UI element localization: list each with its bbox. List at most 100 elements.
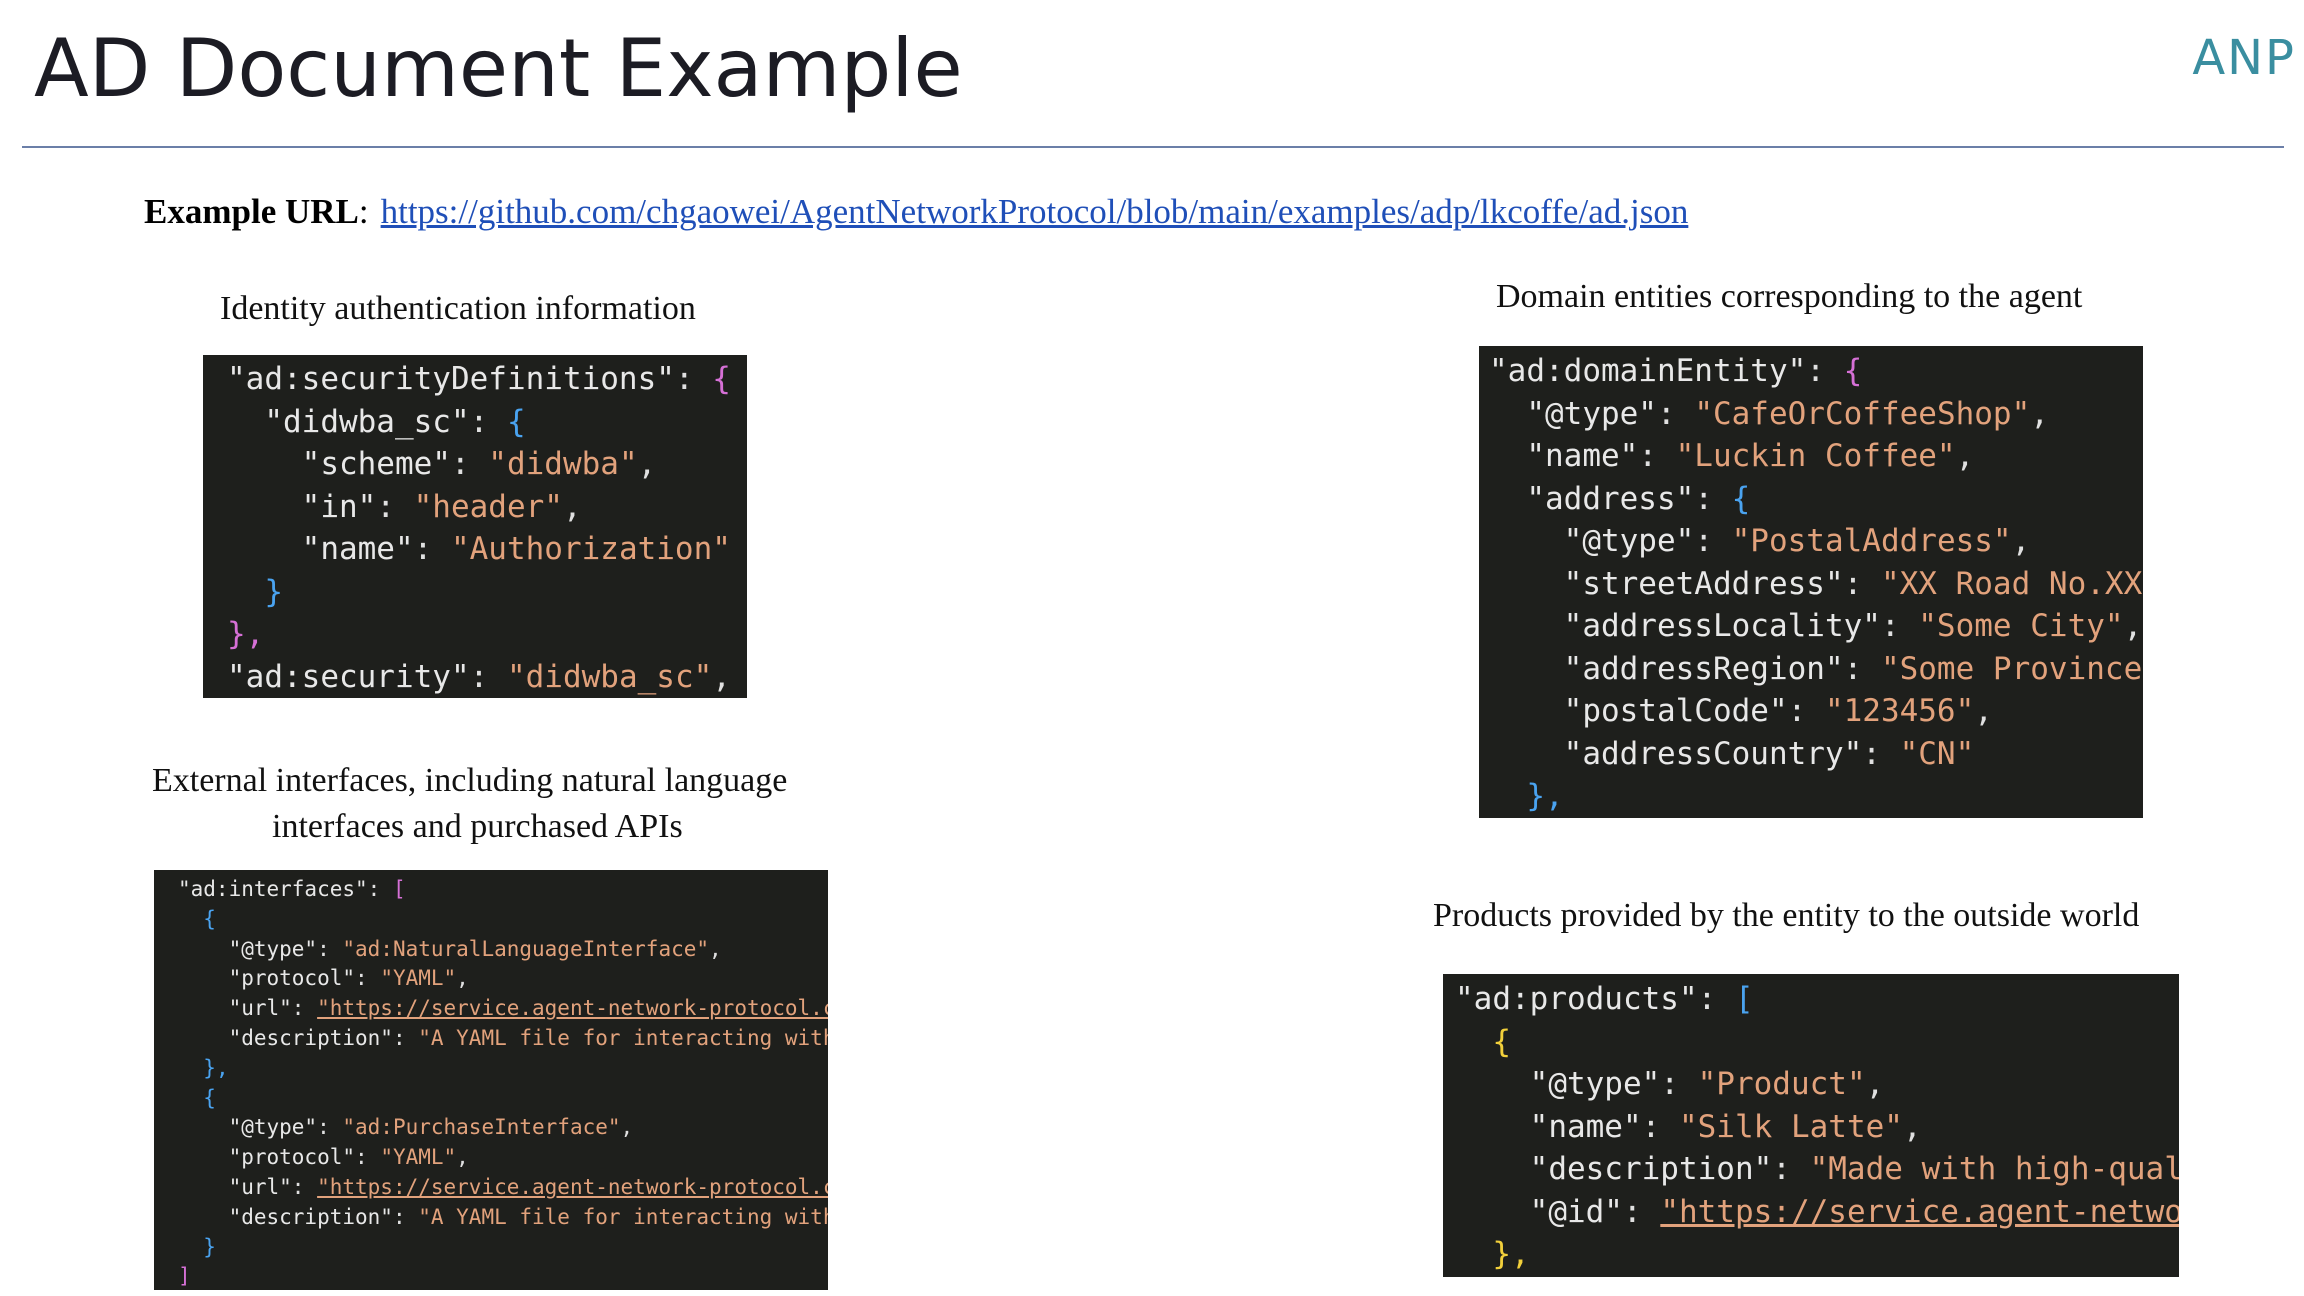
code-key: "ad:products" — [1455, 981, 1698, 1017]
code-string: "Luckin Coffee" — [1675, 438, 1956, 474]
code-string: "header" — [413, 488, 563, 525]
code-line: "in": "header", — [227, 486, 747, 529]
code-colon: : — [392, 1025, 419, 1050]
code-punctuation: [ — [392, 877, 406, 901]
code-key: "postalCode" — [1489, 693, 1788, 729]
page-title: AD Document Example — [34, 22, 963, 115]
caption-identity: Identity authentication information — [220, 290, 696, 327]
code-punctuation: }, — [203, 1055, 229, 1080]
code-punctuation: , — [2030, 395, 2049, 432]
code-key: "url" — [178, 996, 292, 1021]
code-colon: : — [317, 1115, 343, 1140]
code-key: "@type" — [1489, 523, 1695, 559]
code-string: "https://service.agent-network-protocol.… — [317, 996, 828, 1021]
code-colon: : — [376, 488, 414, 525]
code-key — [1455, 1024, 1492, 1060]
code-string: "YAML" — [380, 966, 457, 991]
code-colon: : — [1656, 395, 1695, 432]
code-key: "in" — [227, 488, 377, 525]
code-line: "url": "https://service.agent-network-pr… — [178, 994, 828, 1024]
caption-external-line1: External interfaces, including natural l… — [152, 762, 788, 799]
code-line: "ad:domainEntity": { — [1489, 350, 2143, 393]
code-punctuation: , — [1955, 438, 1975, 474]
code-string: "CafeOrCoffeeShop" — [1694, 395, 2031, 432]
code-line: "name": "Authorization" — [227, 528, 747, 571]
code-key: "name" — [1455, 1108, 1642, 1145]
code-line: "streetAddress": "XX Road No.XX", — [1489, 563, 2143, 606]
code-colon: : — [469, 403, 507, 440]
code-line: "address": { — [1489, 478, 2143, 521]
code-key: "@type" — [1489, 395, 1657, 432]
code-block-security: "ad:securityDefinitions": { "didwba_sc":… — [203, 355, 747, 698]
code-line: "name": "Silk Latte", — [1455, 1106, 2179, 1149]
code-key: "url" — [178, 1174, 292, 1199]
code-key — [1489, 778, 1526, 814]
code-colon: : — [1638, 438, 1676, 474]
code-line: "@type": "ad:PurchaseInterface", — [178, 1113, 828, 1143]
example-url-link[interactable]: https://github.com/chgaowei/AgentNetwork… — [381, 192, 1689, 231]
code-string: "PostalAddress" — [1731, 523, 2012, 559]
code-punctuation: { — [506, 403, 526, 440]
code-key: "addressLocality" — [1489, 608, 1881, 644]
code-string: "XX Road No.XX" — [1880, 565, 2143, 602]
code-line: "addressCountry": "CN" — [1489, 733, 2143, 776]
code-colon: : — [1622, 1193, 1661, 1230]
code-punctuation: , — [562, 488, 582, 525]
code-key — [178, 1056, 203, 1080]
code-colon: : — [291, 996, 318, 1021]
code-string: "123456" — [1824, 693, 1975, 729]
code-line: "@id": "https://service.agent-network-p — [1455, 1191, 2179, 1234]
code-punctuation: , — [1974, 693, 1993, 729]
code-key: "protocol" — [178, 966, 356, 991]
code-string: "A YAML file for interacting with th — [418, 1025, 828, 1050]
code-punctuation: { — [712, 361, 731, 397]
example-url-separator: : — [358, 192, 369, 231]
code-colon: : — [1694, 480, 1732, 517]
code-line: "scheme": "didwba", — [227, 443, 747, 486]
code-key: "ad:securityDefinitions" — [227, 361, 675, 397]
title-divider — [22, 146, 2284, 148]
code-line: "didwba_sc": { — [227, 401, 747, 444]
code-line: "ad:securityDefinitions": { — [227, 358, 747, 401]
example-url-label: Example URL — [144, 192, 359, 231]
code-key: "description" — [178, 1025, 393, 1050]
code-punctuation: , — [1865, 1066, 1885, 1102]
caption-products: Products provided by the entity to the o… — [1433, 897, 2140, 934]
code-string: "Some City" — [1918, 608, 2124, 644]
code-string: "Silk Latte" — [1678, 1108, 1903, 1145]
code-key: "@type" — [1455, 1066, 1661, 1102]
code-colon: : — [1641, 1108, 1679, 1145]
code-key: "streetAddress" — [1489, 565, 1844, 602]
code-key: "@type" — [178, 1115, 318, 1140]
code-punctuation: { — [1843, 353, 1863, 389]
code-key — [178, 1235, 203, 1259]
code-line: "name": "Luckin Coffee", — [1489, 435, 2143, 478]
code-colon: : — [355, 1145, 381, 1170]
code-colon: : — [317, 936, 343, 961]
code-punctuation: { — [203, 1085, 216, 1110]
code-line: "postalCode": "123456", — [1489, 690, 2143, 733]
code-line: { — [1455, 1021, 2179, 1064]
code-block-domain: "ad:domainEntity": { "@type": "CafeOrCof… — [1479, 346, 2143, 818]
code-string: "A YAML file for interacting with th — [418, 1204, 828, 1229]
code-key: "ad:domainEntity" — [1489, 353, 1807, 389]
code-punctuation: } — [264, 573, 283, 610]
code-punctuation: , — [712, 658, 731, 695]
code-punctuation: [ — [1734, 981, 1754, 1017]
code-string: "Made with high-quality — [1809, 1151, 2179, 1187]
code-colon: : — [1660, 1066, 1698, 1102]
code-string: "ad:NaturalLanguageInterface" — [342, 936, 710, 961]
code-punctuation: , — [709, 936, 722, 961]
code-punctuation: }, — [1526, 778, 1564, 814]
code-colon: : — [1862, 735, 1900, 772]
anp-logo: ANP — [2192, 30, 2296, 86]
code-string: "didwba" — [488, 446, 638, 482]
code-string: "CN" — [1899, 735, 1975, 772]
code-line: } — [227, 571, 747, 614]
code-punctuation: , — [620, 1115, 634, 1140]
code-key: "protocol" — [178, 1145, 356, 1170]
code-colon: : — [355, 966, 381, 991]
code-punctuation: }, — [1492, 1236, 1530, 1272]
code-colon: : — [291, 1174, 318, 1199]
code-key: "description" — [1455, 1151, 1773, 1187]
